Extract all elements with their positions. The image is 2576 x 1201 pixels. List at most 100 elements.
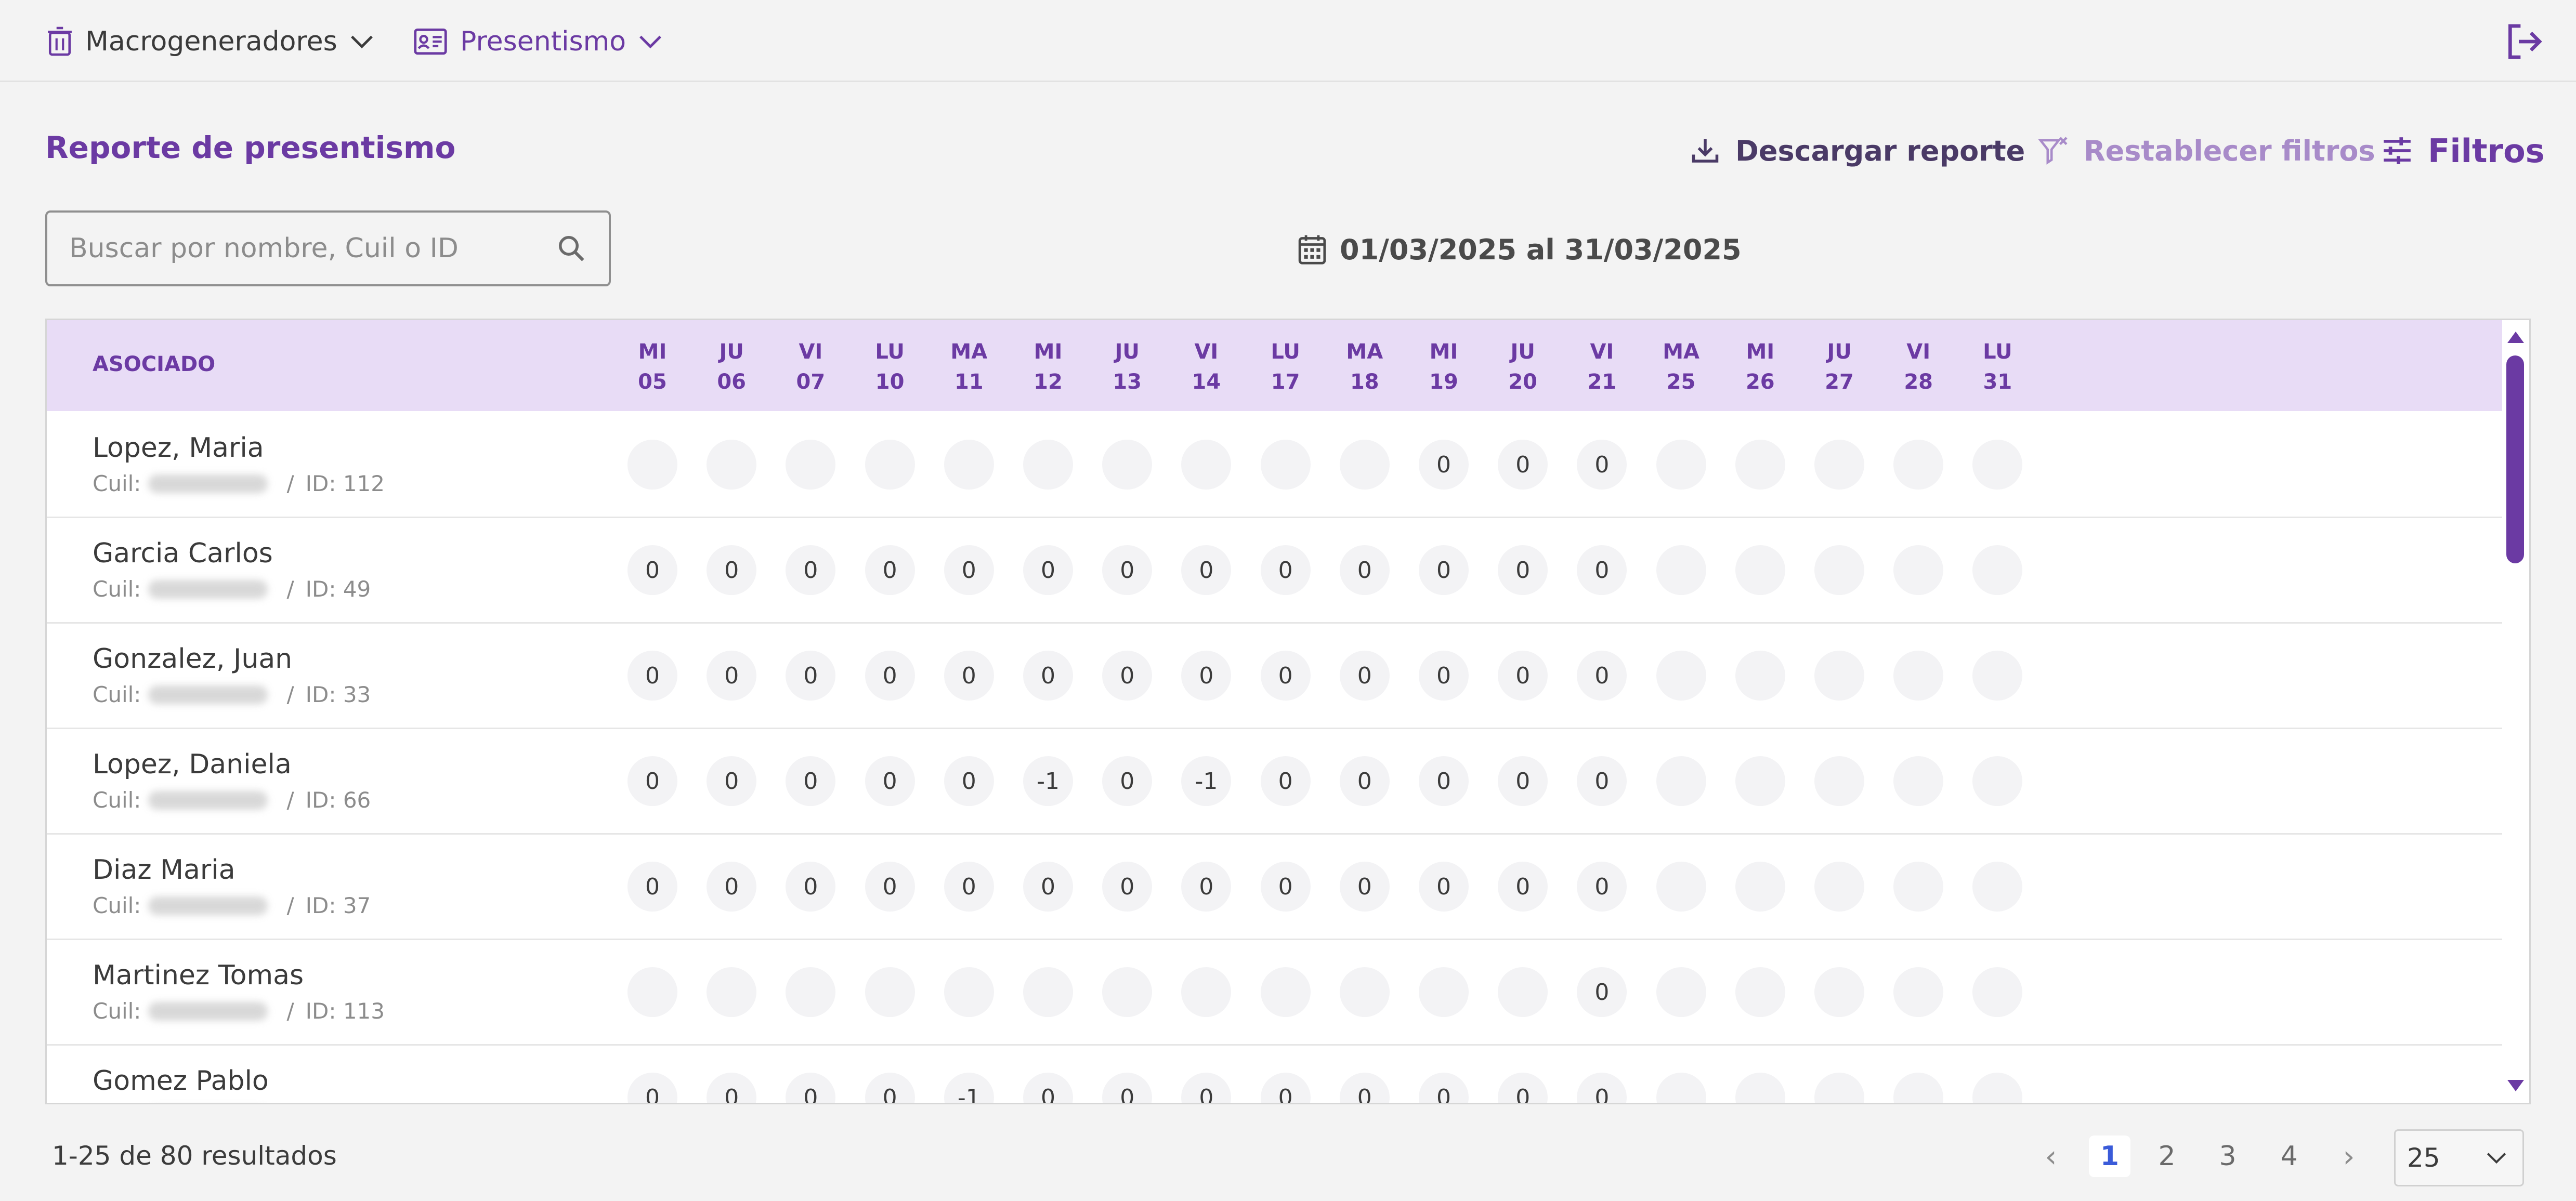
- table-row[interactable]: Diaz Maria Cuil: / ID: 37 0 0 0 0 0 0 0 0 0 0 0 0 0: [47, 835, 2504, 940]
- attendance-cell[interactable]: 0: [865, 1073, 915, 1103]
- attendance-cell[interactable]: 0: [1577, 967, 1627, 1017]
- attendance-cell[interactable]: 0: [1419, 651, 1469, 701]
- table-row[interactable]: Lopez, Maria Cuil: / ID: 112 0 0 0: [47, 413, 2504, 518]
- attendance-cell[interactable]: [1023, 967, 1073, 1017]
- attendance-cell[interactable]: [1893, 440, 1944, 490]
- attendance-cell[interactable]: [1339, 967, 1390, 1017]
- attendance-cell[interactable]: [1181, 440, 1232, 490]
- attendance-cell[interactable]: 0: [1498, 440, 1548, 490]
- attendance-cell[interactable]: 0: [1498, 1073, 1548, 1103]
- nav-macrogeneradores[interactable]: Macrogeneradores: [47, 21, 374, 62]
- attendance-cell[interactable]: 0: [627, 545, 677, 595]
- attendance-cell[interactable]: [1893, 545, 1944, 595]
- attendance-cell[interactable]: 0: [786, 651, 836, 701]
- attendance-cell[interactable]: [1656, 651, 1706, 701]
- attendance-cell[interactable]: 0: [1498, 756, 1548, 806]
- attendance-cell[interactable]: [1972, 440, 2023, 490]
- scroll-thumb[interactable]: [2506, 355, 2524, 563]
- vertical-scrollbar[interactable]: [2502, 320, 2529, 1103]
- attendance-cell[interactable]: 0: [1023, 651, 1073, 701]
- attendance-cell[interactable]: [1893, 756, 1944, 806]
- attendance-cell[interactable]: [1181, 967, 1232, 1017]
- attendance-cell[interactable]: [1102, 967, 1153, 1017]
- attendance-cell[interactable]: 0: [1181, 545, 1232, 595]
- attendance-cell[interactable]: 0: [786, 862, 836, 912]
- attendance-cell[interactable]: 0: [1023, 862, 1073, 912]
- attendance-cell[interactable]: 0: [707, 862, 757, 912]
- attendance-cell[interactable]: [707, 967, 757, 1017]
- attendance-cell[interactable]: [1893, 862, 1944, 912]
- nav-presentismo[interactable]: Presentismo: [413, 21, 662, 62]
- attendance-cell[interactable]: 0: [944, 651, 994, 701]
- attendance-cell[interactable]: [865, 967, 915, 1017]
- attendance-cell[interactable]: [1656, 862, 1706, 912]
- attendance-cell[interactable]: 0: [707, 545, 757, 595]
- attendance-cell[interactable]: 0: [1498, 545, 1548, 595]
- attendance-cell[interactable]: [1735, 651, 1785, 701]
- attendance-cell[interactable]: [1814, 440, 1864, 490]
- prev-page-button[interactable]: ‹: [2030, 1136, 2072, 1177]
- attendance-cell[interactable]: [1893, 651, 1944, 701]
- attendance-cell[interactable]: 0: [1102, 545, 1153, 595]
- attendance-cell[interactable]: [1972, 967, 2023, 1017]
- page-button-4[interactable]: 4: [2268, 1136, 2310, 1177]
- attendance-cell[interactable]: 0: [1577, 756, 1627, 806]
- attendance-cell[interactable]: [1656, 756, 1706, 806]
- attendance-cell[interactable]: [1260, 440, 1311, 490]
- attendance-cell[interactable]: [1735, 862, 1785, 912]
- attendance-cell[interactable]: -1: [944, 1073, 994, 1103]
- attendance-cell[interactable]: [1972, 756, 2023, 806]
- logout-icon[interactable]: [2503, 21, 2545, 62]
- page-size-select[interactable]: 25: [2394, 1129, 2524, 1186]
- attendance-cell[interactable]: 0: [1181, 651, 1232, 701]
- attendance-cell[interactable]: [1735, 967, 1785, 1017]
- attendance-cell[interactable]: 0: [1577, 862, 1627, 912]
- attendance-cell[interactable]: 0: [1260, 651, 1311, 701]
- attendance-cell[interactable]: 0: [1260, 862, 1311, 912]
- attendance-cell[interactable]: 0: [865, 545, 915, 595]
- attendance-cell[interactable]: [1656, 1073, 1706, 1103]
- attendance-cell[interactable]: 0: [1023, 1073, 1073, 1103]
- page-button-2[interactable]: 2: [2146, 1136, 2188, 1177]
- table-row[interactable]: Gomez PabloCuil:0000-100000000: [47, 1046, 2504, 1103]
- attendance-cell[interactable]: 0: [1339, 756, 1390, 806]
- attendance-cell[interactable]: 0: [1181, 862, 1232, 912]
- attendance-cell[interactable]: 0: [865, 651, 915, 701]
- attendance-cell[interactable]: [1656, 440, 1706, 490]
- attendance-cell[interactable]: [1972, 862, 2023, 912]
- attendance-cell[interactable]: [1972, 1073, 2023, 1103]
- download-report-button[interactable]: Descargar reporte: [1690, 130, 2025, 171]
- attendance-cell[interactable]: [1814, 651, 1864, 701]
- attendance-cell[interactable]: 0: [627, 651, 677, 701]
- attendance-cell[interactable]: [627, 440, 677, 490]
- search-input[interactable]: [69, 233, 556, 264]
- attendance-cell[interactable]: 0: [944, 545, 994, 595]
- attendance-cell[interactable]: 0: [865, 756, 915, 806]
- attendance-cell[interactable]: [1735, 756, 1785, 806]
- attendance-cell[interactable]: [1419, 967, 1469, 1017]
- attendance-cell[interactable]: 0: [1419, 862, 1469, 912]
- attendance-cell[interactable]: [1814, 545, 1864, 595]
- page-button-3[interactable]: 3: [2207, 1136, 2248, 1177]
- reset-filters-button[interactable]: Restablecer filtros: [2038, 130, 2375, 171]
- scroll-down-arrow[interactable]: [2507, 1080, 2524, 1091]
- attendance-cell[interactable]: 0: [707, 1073, 757, 1103]
- attendance-cell[interactable]: 0: [1260, 545, 1311, 595]
- attendance-cell[interactable]: 0: [1577, 440, 1627, 490]
- attendance-cell[interactable]: [1102, 440, 1153, 490]
- attendance-cell[interactable]: 0: [1102, 1073, 1153, 1103]
- attendance-cell[interactable]: [1893, 1073, 1944, 1103]
- attendance-cell[interactable]: 0: [627, 862, 677, 912]
- attendance-cell[interactable]: 0: [1498, 862, 1548, 912]
- attendance-cell[interactable]: [1023, 440, 1073, 490]
- attendance-cell[interactable]: [1814, 756, 1864, 806]
- attendance-cell[interactable]: [1814, 1073, 1864, 1103]
- attendance-cell[interactable]: [1656, 967, 1706, 1017]
- attendance-cell[interactable]: 0: [1419, 756, 1469, 806]
- attendance-cell[interactable]: 0: [1577, 1073, 1627, 1103]
- attendance-cell[interactable]: 0: [1339, 651, 1390, 701]
- attendance-cell[interactable]: [786, 967, 836, 1017]
- attendance-cell[interactable]: [1814, 967, 1864, 1017]
- attendance-cell[interactable]: 0: [1102, 756, 1153, 806]
- attendance-cell[interactable]: [1656, 545, 1706, 595]
